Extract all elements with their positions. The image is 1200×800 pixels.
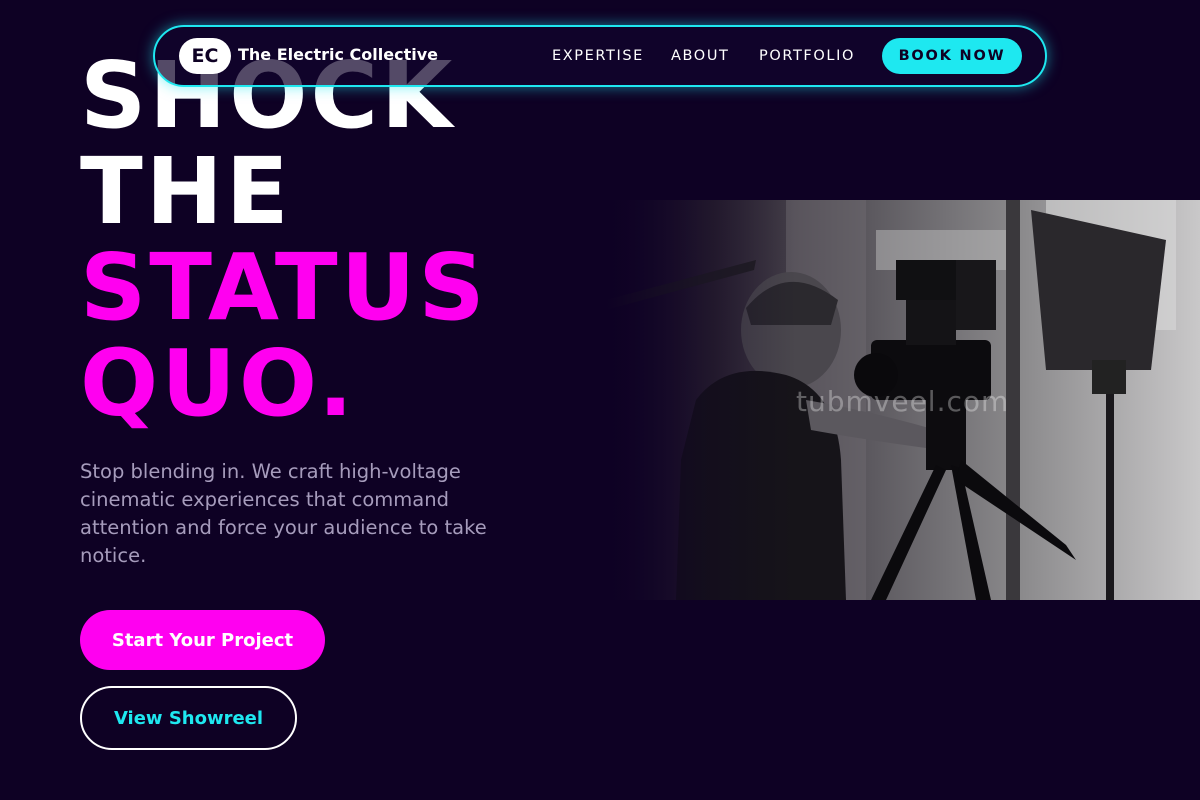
headline-line-2: THE [80, 138, 292, 245]
photo-watermark: tubmveel.com [796, 385, 1010, 418]
landing-page: SHOCK THE STATUS QUO. Stop blending in. … [0, 0, 1200, 800]
headline-line-4: QUO. [80, 330, 357, 437]
hero-headline: SHOCK THE STATUS QUO. [80, 48, 488, 432]
start-project-button[interactable]: Start Your Project [80, 610, 325, 670]
book-now-button[interactable]: BOOK NOW [882, 38, 1022, 74]
nav-link-expertise[interactable]: EXPERTISE [552, 48, 644, 64]
view-showreel-button[interactable]: View Showreel [80, 686, 297, 750]
hero-subtext: Stop blending in. We craft high-voltage … [80, 460, 487, 567]
brand-name[interactable]: The Electric Collective [238, 45, 438, 64]
hero-photo: tubmveel.com [606, 200, 1200, 600]
logo-badge[interactable]: EC [179, 38, 231, 74]
nav-link-portfolio[interactable]: PORTFOLIO [759, 48, 855, 64]
top-navbar: EC The Electric Collective EXPERTISE ABO… [153, 25, 1047, 87]
headline-line-3: STATUS [80, 234, 488, 341]
nav-link-about[interactable]: ABOUT [671, 48, 730, 64]
